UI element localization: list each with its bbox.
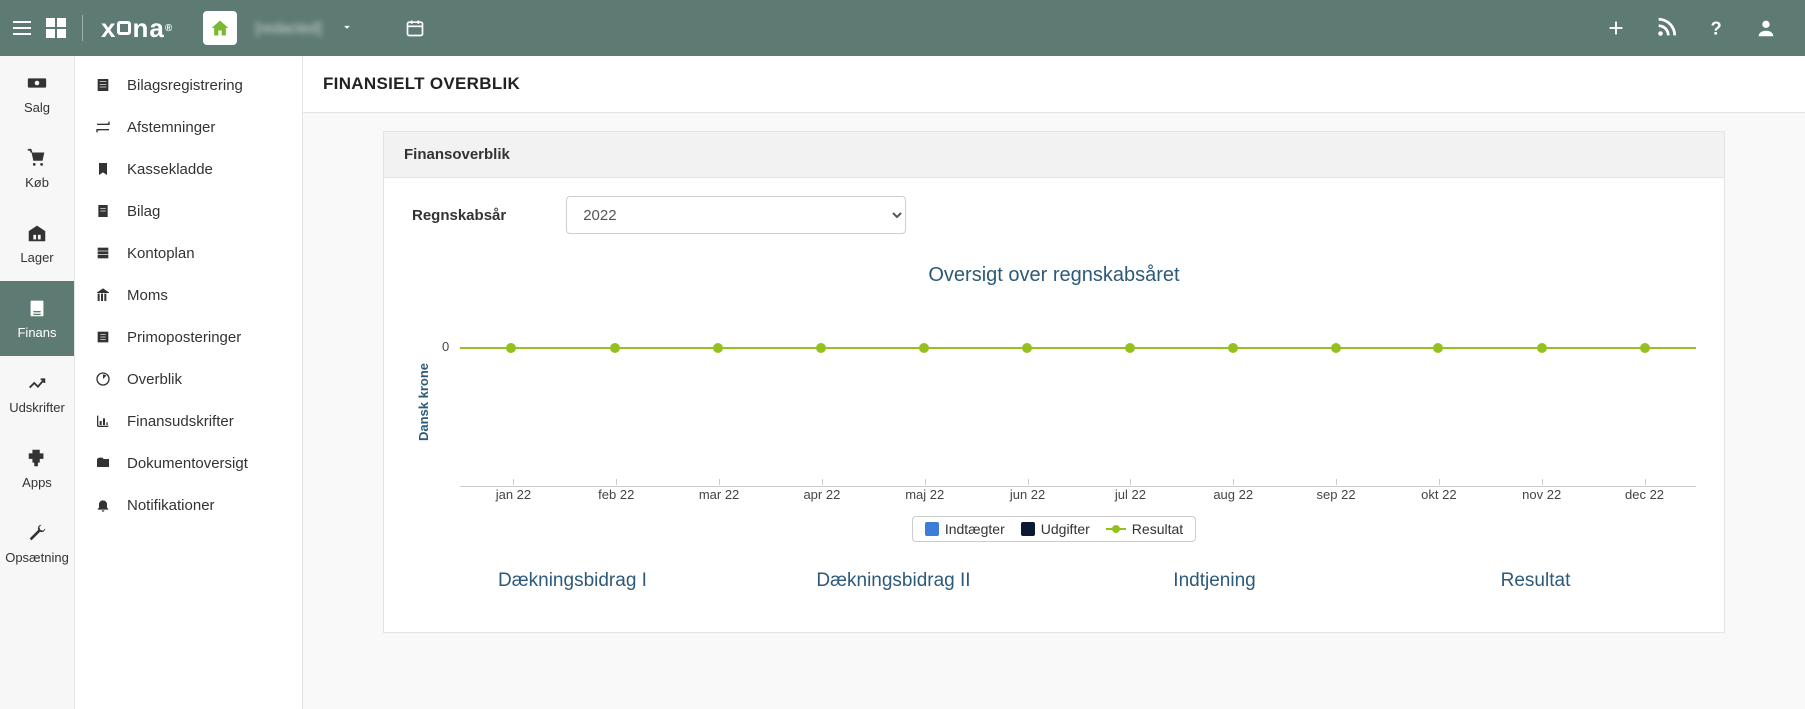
plus-icon[interactable] [1605, 17, 1627, 39]
data-point [1125, 343, 1135, 353]
summary-row: Dækningsbidrag I Dækningsbidrag II Indtj… [412, 570, 1696, 592]
data-point [1331, 343, 1341, 353]
data-point [1022, 343, 1032, 353]
chart-title: Oversigt over regnskabsåret [412, 264, 1696, 287]
summary-earnings: Indtjening [1054, 570, 1375, 592]
data-point [713, 343, 723, 353]
nav2-label: Kontoplan [127, 245, 195, 262]
data-point [1228, 343, 1238, 353]
primary-nav: Salg Køb Lager Finans Udskrifter Apps Op… [0, 56, 75, 709]
nav2-document-overview[interactable]: Dokumentoversigt [75, 442, 302, 484]
nav1-apps[interactable]: Apps [0, 431, 74, 506]
eg-logo-icon [44, 16, 68, 40]
x-tick: nov 22 [1490, 487, 1593, 502]
nav2-chart-of-accounts[interactable]: Kontoplan [75, 232, 302, 274]
summary-db2: Dækningsbidrag II [733, 570, 1054, 592]
nav1-label: Køb [25, 175, 49, 190]
nav2-label: Moms [127, 287, 168, 304]
result-line [460, 347, 1696, 349]
summary-result: Resultat [1375, 570, 1696, 592]
nav2-label: Dokumentoversigt [127, 455, 248, 472]
nav1-label: Udskrifter [9, 400, 65, 415]
data-point [919, 343, 929, 353]
nav2-label: Primoposteringer [127, 329, 241, 346]
xena-logo: xna® [101, 13, 173, 44]
legend-result: Resultat [1106, 521, 1183, 537]
nav2-notifications[interactable]: Notifikationer [75, 484, 302, 526]
x-tick: jul 22 [1079, 487, 1182, 502]
year-select[interactable]: 2022 [566, 196, 906, 234]
nav1-setup[interactable]: Opsætning [0, 506, 74, 581]
nav2-finance-reports[interactable]: Finansudskrifter [75, 400, 302, 442]
nav2-opening-entries[interactable]: Primoposteringer [75, 316, 302, 358]
secondary-nav: Bilagsregistrering Afstemninger Kassekla… [75, 56, 303, 709]
x-tick: dec 22 [1593, 487, 1696, 502]
user-icon[interactable] [1755, 17, 1777, 39]
nav2-label: Afstemninger [127, 119, 215, 136]
data-point [1537, 343, 1547, 353]
nav2-label: Bilagsregistrering [127, 77, 243, 94]
page-title: FINANSIELT OVERBLIK [303, 56, 1805, 113]
nav1-purchase[interactable]: Køb [0, 131, 74, 206]
legend-expenses: Udgifter [1021, 521, 1090, 537]
x-tick: feb 22 [565, 487, 668, 502]
nav1-label: Opsætning [5, 550, 69, 565]
nav1-inventory[interactable]: Lager [0, 206, 74, 281]
nav2-label: Kassekladde [127, 161, 213, 178]
nav1-label: Apps [22, 475, 52, 490]
year-label: Regnskabsår [412, 207, 506, 224]
nav2-reconciliations[interactable]: Afstemninger [75, 106, 302, 148]
nav1-sales[interactable]: Salg [0, 56, 74, 131]
chart: Oversigt over regnskabsåret Dansk krone … [412, 264, 1696, 542]
x-tick: mar 22 [668, 487, 771, 502]
legend-income: Indtægter [925, 521, 1005, 537]
rss-icon[interactable] [1655, 17, 1677, 39]
x-tick: okt 22 [1387, 487, 1490, 502]
nav1-finance[interactable]: Finans [0, 281, 74, 356]
summary-db1: Dækningsbidrag I [412, 570, 733, 592]
svg-text:?: ? [1711, 17, 1722, 38]
separator [82, 15, 83, 41]
overview-panel: Finansoverblik Regnskabsår 2022 Oversigt… [383, 131, 1725, 633]
help-icon[interactable]: ? [1705, 17, 1727, 39]
nav2-journal[interactable]: Kassekladde [75, 148, 302, 190]
nav2-voucher-entry[interactable]: Bilagsregistrering [75, 64, 302, 106]
x-tick: jun 22 [976, 487, 1079, 502]
content-area: FINANSIELT OVERBLIK Finansoverblik Regns… [303, 56, 1805, 709]
nav2-label: Notifikationer [127, 497, 215, 514]
nav1-label: Salg [24, 100, 50, 115]
calendar-button[interactable] [398, 11, 432, 45]
y-axis-label: Dansk krone [412, 317, 435, 487]
nav2-overview[interactable]: Overblik [75, 358, 302, 400]
x-tick: aug 22 [1182, 487, 1285, 502]
data-point [610, 343, 620, 353]
company-chevron-down-icon[interactable] [336, 16, 358, 41]
nav2-vat[interactable]: Moms [75, 274, 302, 316]
nav1-label: Finans [17, 325, 56, 340]
panel-title: Finansoverblik [384, 132, 1724, 178]
nav2-vouchers[interactable]: Bilag [75, 190, 302, 232]
home-button[interactable] [203, 11, 237, 45]
plot-area: 0 [460, 317, 1696, 487]
data-point [816, 343, 826, 353]
nav2-label: Bilag [127, 203, 160, 220]
x-tick: maj 22 [873, 487, 976, 502]
nav2-label: Overblik [127, 371, 182, 388]
x-tick: jan 22 [462, 487, 565, 502]
company-name: [redacted] [255, 20, 322, 37]
data-point [1640, 343, 1650, 353]
x-tick: sep 22 [1285, 487, 1388, 502]
nav2-label: Finansudskrifter [127, 413, 234, 430]
menu-icon[interactable] [10, 16, 34, 40]
y-tick-0: 0 [442, 339, 449, 354]
legend: Indtægter Udgifter Resultat [912, 516, 1196, 542]
nav1-reports[interactable]: Udskrifter [0, 356, 74, 431]
nav1-label: Lager [20, 250, 53, 265]
topbar: xna® [redacted] ? [0, 0, 1805, 56]
data-point [1433, 343, 1443, 353]
data-point [506, 343, 516, 353]
x-axis: jan 22feb 22mar 22apr 22maj 22jun 22jul … [462, 487, 1696, 502]
x-tick: apr 22 [770, 487, 873, 502]
